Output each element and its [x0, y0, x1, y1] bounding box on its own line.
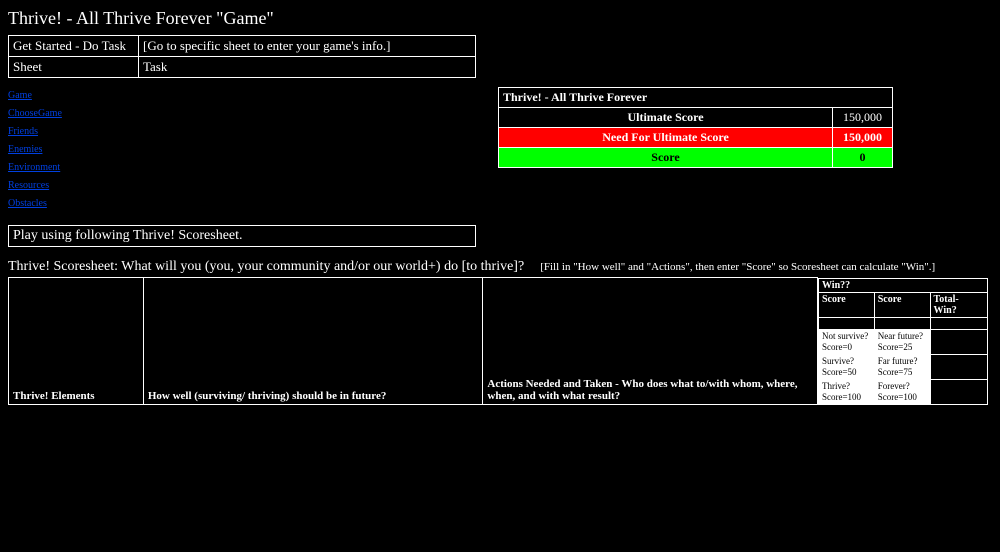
need-score-value: 150,000 — [833, 128, 893, 148]
play-using-box: Play using following Thrive! Scoresheet. — [8, 225, 476, 247]
col-task-header: Task — [139, 57, 476, 78]
legend-0-1: Near future? Score=25 — [874, 329, 930, 354]
legend-2-1: Forever? Score=100 — [874, 379, 930, 404]
get-started-heading: Get Started - Do Task — [9, 36, 139, 57]
sheet-link-obstacles[interactable]: Obstacles — [8, 198, 47, 209]
legend-1-0: Survive? Score=50 — [818, 354, 874, 379]
page-title: Thrive! - All Thrive Forever "Game" — [8, 8, 992, 29]
col-actions-header: Actions Needed and Taken - Who does what… — [483, 278, 818, 405]
win-score1: Score — [818, 292, 874, 317]
sheet-link-game[interactable]: Game — [8, 90, 32, 101]
col-sheet-header: Sheet — [9, 57, 139, 78]
score-value: 0 — [833, 148, 893, 168]
legend-1-1: Far future? Score=75 — [874, 354, 930, 379]
col-howwell-header: How well (surviving/ thriving) should be… — [143, 278, 483, 405]
scoresheet-question: Thrive! Scoresheet: What will you (you, … — [8, 259, 524, 275]
ultimate-score-label: Ultimate Score — [499, 108, 833, 128]
win-q: Win?? — [818, 278, 987, 292]
win-score2: Score — [874, 292, 930, 317]
need-score-label: Need For Ultimate Score — [499, 128, 833, 148]
fill-hint: [Fill in "How well" and "Actions", then … — [540, 261, 935, 273]
score-label: Score — [499, 148, 833, 168]
legend-0-0: Not survive? Score=0 — [818, 329, 874, 354]
sheet-link-friends[interactable]: Friends — [8, 126, 38, 137]
sheet-link-environment[interactable]: Environment — [8, 162, 60, 173]
scorebox-title: Thrive! - All Thrive Forever — [499, 88, 893, 108]
scoresheet-grid: Thrive! Elements How well (surviving/ th… — [8, 277, 988, 405]
get-started-table: Get Started - Do Task [Go to specific sh… — [8, 35, 476, 78]
col-elements-header: Thrive! Elements — [9, 278, 144, 405]
legend-2-0: Thrive? Score=100 — [818, 379, 874, 404]
win-table: Win?? Score Score Total- Win? Not surviv… — [818, 278, 988, 405]
sheets-list: Game ChooseGame Friends Enemies Environm… — [8, 78, 478, 219]
ultimate-score-value: 150,000 — [833, 108, 893, 128]
get-started-hint: [Go to specific sheet to enter your game… — [139, 36, 476, 57]
sheet-link-choosegame[interactable]: ChooseGame — [8, 108, 62, 119]
win-total: Total- Win? — [930, 292, 987, 317]
sheet-link-enemies[interactable]: Enemies — [8, 144, 42, 155]
sheet-link-resources[interactable]: Resources — [8, 180, 49, 191]
score-box: Thrive! - All Thrive Forever Ultimate Sc… — [498, 87, 893, 168]
